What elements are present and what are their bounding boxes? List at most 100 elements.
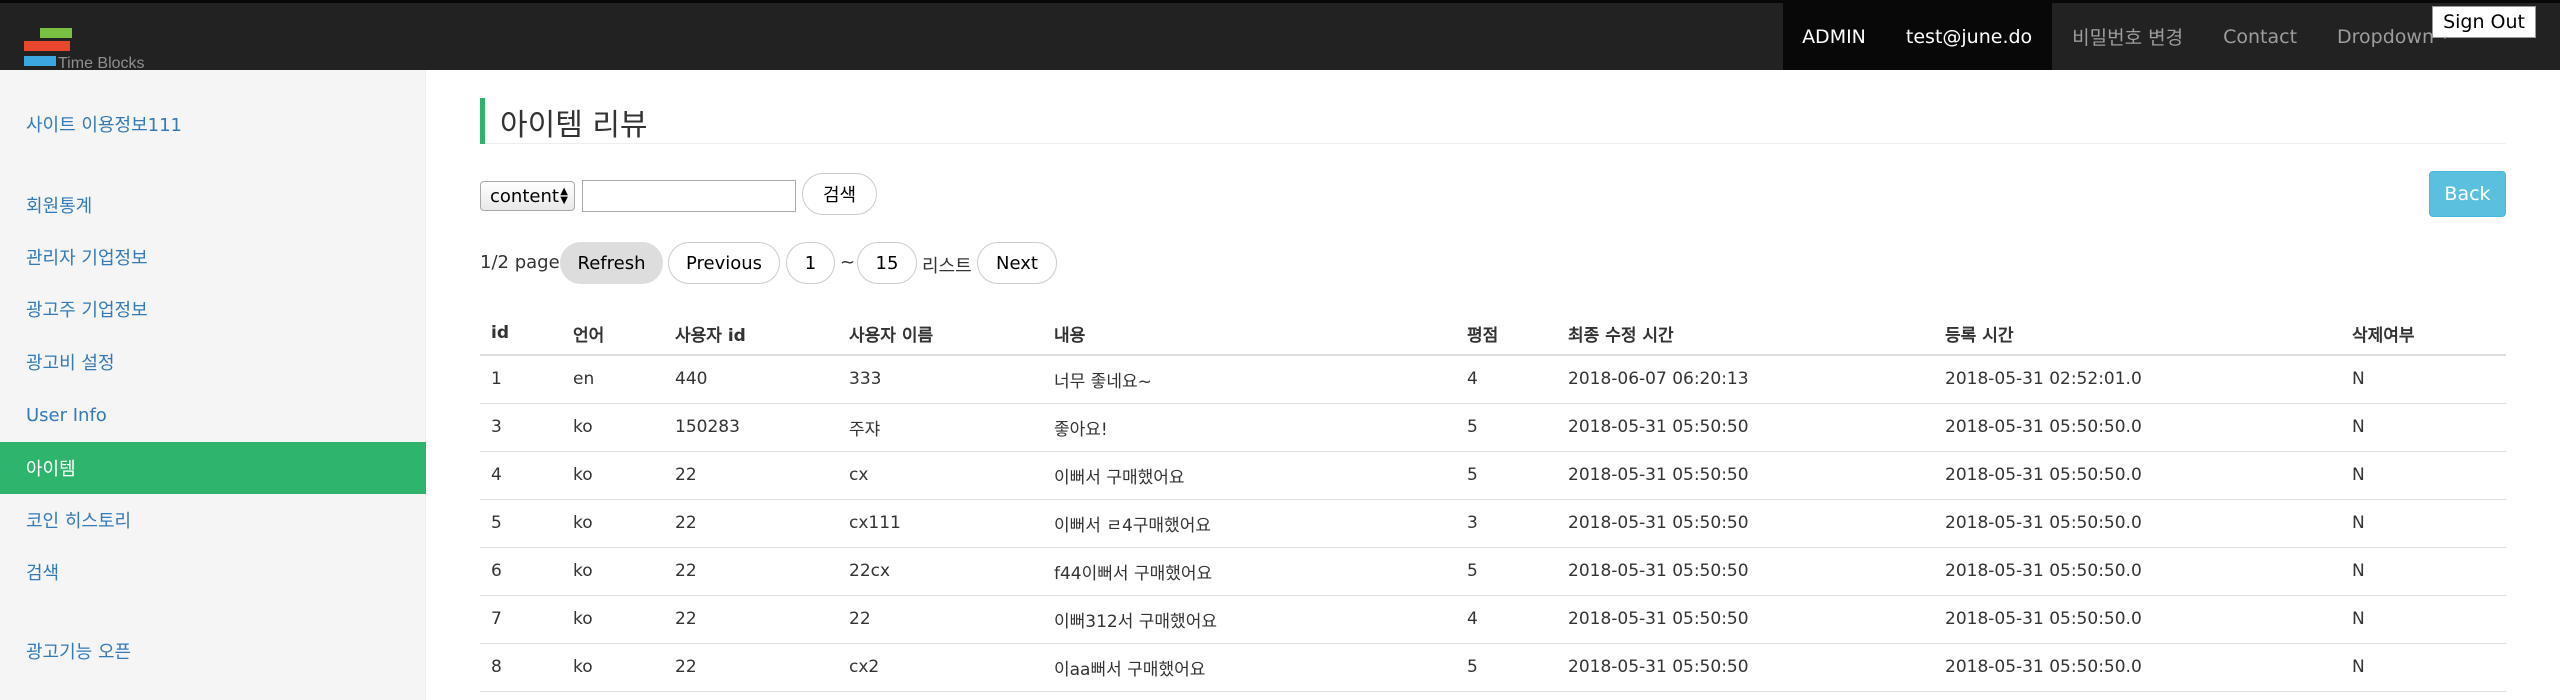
cell-user-name: 333 bbox=[838, 355, 1043, 404]
table-row[interactable]: 8 ko 22 cx2 이aa뻐서 구매했어요 5 2018-05-31 05:50:50 2… bbox=[480, 643, 2506, 692]
cell-deleted: N bbox=[2341, 451, 2506, 500]
col-header-rating[interactable]: 평점 bbox=[1456, 312, 1557, 356]
sidebar-item-site-info[interactable]: 사이트 이용정보111 bbox=[0, 98, 426, 150]
cell-last-modified: 2018-05-31 05:50:50 bbox=[1557, 547, 1934, 596]
sidebar-item-ad-feature-open[interactable]: 광고기능 오픈 bbox=[0, 625, 426, 677]
sidebar-item-advertiser-company[interactable]: 광고주 기업정보 bbox=[0, 283, 426, 335]
col-header-deleted[interactable]: 삭제여부 bbox=[2341, 312, 2506, 356]
cell-user-id: 22 bbox=[664, 643, 838, 692]
cell-language: ko bbox=[562, 643, 664, 692]
cell-content: 이뻐312서 구매했어요 bbox=[1043, 595, 1456, 644]
cell-rating: 3 bbox=[1456, 499, 1557, 548]
col-header-content[interactable]: 내용 bbox=[1043, 312, 1456, 356]
table-row[interactable]: 3 ko 150283 주쟈 좋아요! 5 2018-05-31 05:50:50 2018-… bbox=[480, 403, 2506, 452]
cell-deleted: N bbox=[2341, 403, 2506, 452]
page-from-button[interactable]: 1 bbox=[786, 242, 835, 284]
cell-registered: 2018-05-31 05:50:50.0 bbox=[1934, 547, 2341, 596]
cell-last-modified: 2018-05-31 05:50:50 bbox=[1557, 595, 1934, 644]
cell-rating: 5 bbox=[1456, 403, 1557, 452]
table-row[interactable]: 4 ko 22 cx 이뻐서 구매했어요 5 2018-05-31 05:50:50 2018… bbox=[480, 451, 2506, 500]
cell-user-id: 440 bbox=[664, 355, 838, 404]
table-header-row: id 언어 사용자 id 사용자 이름 내용 평점 최종 수정 시간 등록 시간… bbox=[480, 312, 2506, 356]
cell-id: 3 bbox=[480, 403, 562, 452]
cell-registered: 2018-05-31 05:50:50.0 bbox=[1934, 643, 2341, 692]
cell-language: ko bbox=[562, 595, 664, 644]
cell-user-id: 22 bbox=[664, 451, 838, 500]
search-input[interactable] bbox=[582, 180, 796, 212]
top-navbar: Time Blocks ADMIN test@june.do 비밀번호 변경 C… bbox=[0, 0, 2560, 72]
cell-registered: 2018-05-31 02:52:01.0 bbox=[1934, 355, 2341, 404]
cell-registered: 2018-05-31 05:50:50.0 bbox=[1934, 451, 2341, 500]
table-row[interactable]: 7 ko 22 22 이뻐312서 구매했어요 4 2018-05-31 05:50:50 2… bbox=[480, 595, 2506, 644]
col-header-language[interactable]: 언어 bbox=[562, 312, 664, 356]
cell-content: 이aa뻐서 구매했어요 bbox=[1043, 643, 1456, 692]
cell-registered: 2018-05-31 05:50:50.0 bbox=[1934, 403, 2341, 452]
nav-item-change-password[interactable]: 비밀번호 변경 bbox=[2052, 3, 2203, 70]
sidebar-item-items[interactable]: 아이템 bbox=[0, 442, 426, 494]
cell-deleted: N bbox=[2341, 499, 2506, 548]
page-to-button[interactable]: 15 bbox=[857, 242, 917, 284]
cell-content: 이뻐서 ㄹ4구매했어요 bbox=[1043, 499, 1456, 548]
select-arrows-icon: ▲ ▼ bbox=[560, 186, 568, 206]
cell-registered: 2018-05-31 05:50:50.0 bbox=[1934, 499, 2341, 548]
cell-deleted: N bbox=[2341, 547, 2506, 596]
cell-user-id: 22 bbox=[664, 595, 838, 644]
page-info: 1/2 page bbox=[480, 252, 560, 273]
cell-deleted: N bbox=[2341, 355, 2506, 404]
cell-user-id: 22 bbox=[664, 547, 838, 596]
search-button[interactable]: 검색 bbox=[802, 173, 877, 215]
list-label: 리스트 bbox=[922, 256, 972, 277]
sidebar-item-coin-history[interactable]: 코인 히스토리 bbox=[0, 494, 426, 546]
nav-item-admin[interactable]: ADMIN bbox=[1783, 3, 1886, 70]
back-button[interactable]: Back bbox=[2429, 171, 2506, 217]
sidebar-item-member-stats[interactable]: 회원통계 bbox=[0, 179, 426, 231]
cell-user-id: 150283 bbox=[664, 403, 838, 452]
col-header-id[interactable]: id bbox=[480, 312, 562, 356]
cell-id: 6 bbox=[480, 547, 562, 596]
cell-registered: 2018-05-31 05:50:50.0 bbox=[1934, 595, 2341, 644]
col-header-last-modified[interactable]: 최종 수정 시간 bbox=[1557, 312, 1934, 356]
nav-item-contact[interactable]: Contact bbox=[2203, 3, 2317, 70]
cell-content: f44이뻐서 구매했어요 bbox=[1043, 547, 1456, 596]
search-field-select-value: content bbox=[490, 185, 559, 207]
dropdown-label: Dropdown bbox=[2337, 25, 2434, 48]
cell-content: 좋아요! bbox=[1043, 403, 1456, 452]
sidebar-item-user-info[interactable]: User Info bbox=[0, 389, 426, 441]
col-header-registered[interactable]: 등록 시간 bbox=[1934, 312, 2341, 356]
col-header-user-name[interactable]: 사용자 이름 bbox=[838, 312, 1043, 356]
cell-language: ko bbox=[562, 499, 664, 548]
cell-last-modified: 2018-06-07 06:20:13 bbox=[1557, 355, 1934, 404]
table-row[interactable]: 1 en 440 333 너무 좋네요~ 4 2018-06-07 06:20:13 2018… bbox=[480, 355, 2506, 404]
sidebar: 사이트 이용정보111 회원통계 관리자 기업정보 광고주 기업정보 광고비 설… bbox=[0, 70, 426, 700]
title-accent-bar bbox=[480, 98, 485, 144]
cell-id: 4 bbox=[480, 451, 562, 500]
cell-user-id: 22 bbox=[664, 499, 838, 548]
cell-id: 8 bbox=[480, 643, 562, 692]
cell-id: 1 bbox=[480, 355, 562, 404]
nav-item-user-email[interactable]: test@june.do bbox=[1885, 3, 2053, 70]
cell-language: ko bbox=[562, 403, 664, 452]
table-row[interactable]: 6 ko 22 22cx f44이뻐서 구매했어요 5 2018-05-31 05:50:5… bbox=[480, 547, 2506, 596]
sidebar-item-search[interactable]: 검색 bbox=[0, 546, 426, 598]
cell-rating: 4 bbox=[1456, 595, 1557, 644]
cell-last-modified: 2018-05-31 05:50:50 bbox=[1557, 451, 1934, 500]
previous-button[interactable]: Previous bbox=[668, 242, 780, 284]
cell-last-modified: 2018-05-31 05:50:50 bbox=[1557, 499, 1934, 548]
cell-user-name: 22cx bbox=[838, 547, 1043, 596]
cell-last-modified: 2018-05-31 05:50:50 bbox=[1557, 403, 1934, 452]
refresh-button[interactable]: Refresh bbox=[560, 242, 663, 284]
brand-logo[interactable]: Time Blocks bbox=[22, 25, 182, 72]
logo-block-red bbox=[24, 41, 70, 51]
sidebar-item-ad-cost[interactable]: 광고비 설정 bbox=[0, 336, 426, 388]
cell-language: ko bbox=[562, 547, 664, 596]
cell-content: 너무 좋네요~ bbox=[1043, 355, 1456, 404]
search-field-select[interactable]: content ▲ ▼ bbox=[480, 181, 575, 211]
sidebar-item-admin-company[interactable]: 관리자 기업정보 bbox=[0, 231, 426, 283]
table-row[interactable]: 5 ko 22 cx111 이뻐서 ㄹ4구매했어요 3 2018-05-31 05:50:5… bbox=[480, 499, 2506, 548]
col-header-user-id[interactable]: 사용자 id bbox=[664, 312, 838, 356]
next-button[interactable]: Next bbox=[977, 242, 1057, 284]
cell-user-name: cx111 bbox=[838, 499, 1043, 548]
reviews-table: id 언어 사용자 id 사용자 이름 내용 평점 최종 수정 시간 등록 시간… bbox=[480, 312, 2506, 692]
cell-user-name: 주쟈 bbox=[838, 403, 1043, 452]
sign-out-button[interactable]: Sign Out bbox=[2432, 6, 2536, 38]
